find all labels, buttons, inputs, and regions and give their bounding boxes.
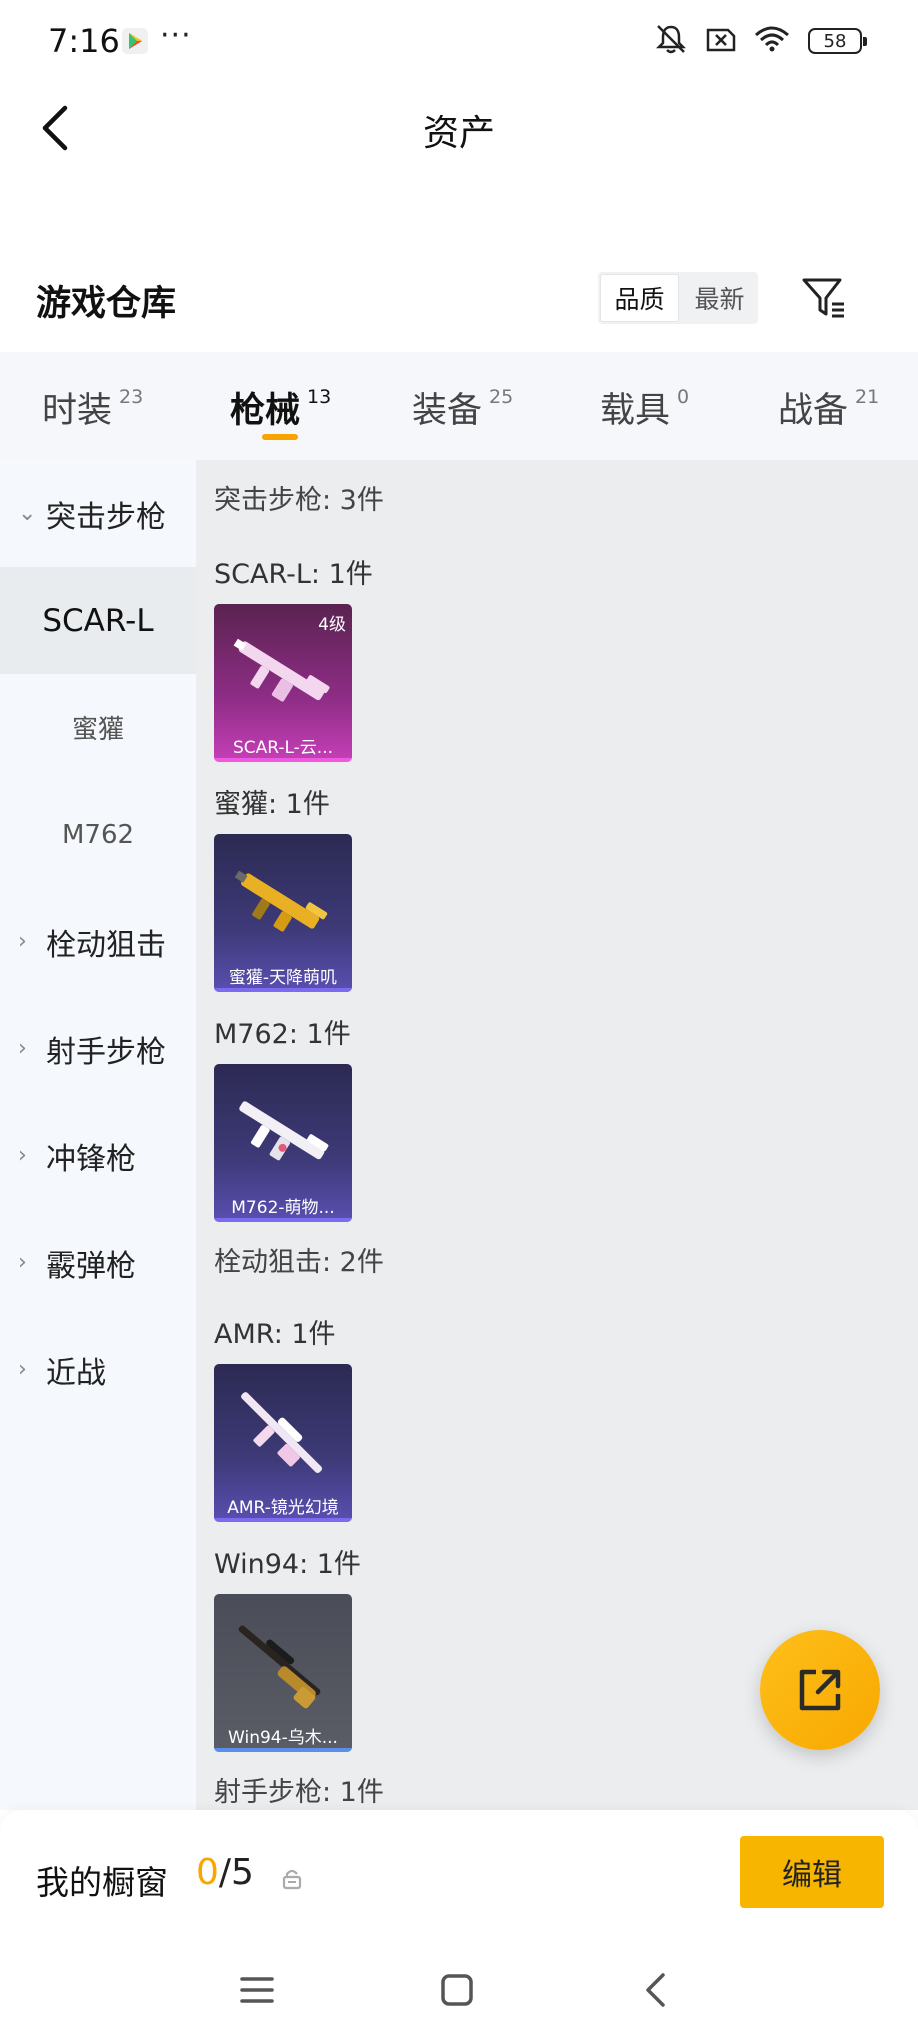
skin-name: M762-萌物...	[231, 1198, 335, 1218]
skin-card[interactable]: Win94-乌木...	[214, 1594, 352, 1752]
edit-button[interactable]: 编辑	[740, 1836, 884, 1908]
back-icon[interactable]	[625, 1960, 685, 2020]
sniper-icon	[241, 1392, 323, 1474]
play-store-icon	[122, 28, 148, 54]
sidebar-item-label: M762	[61, 819, 135, 850]
skin-name: SCAR-L-云...	[232, 738, 334, 758]
tab-count: 21	[855, 386, 880, 408]
skin-card[interactable]: 蜜獾-天降萌叽	[214, 834, 352, 992]
subsection-title: AMR: 1件	[214, 1319, 336, 1350]
no-sim-icon	[706, 26, 736, 56]
home-icon[interactable]	[427, 1960, 487, 2020]
sort-newest-option[interactable]: 最新	[681, 272, 758, 324]
tab-supplies[interactable]: 战备 21	[778, 382, 879, 433]
mute-icon	[654, 24, 688, 58]
rifle-icon	[238, 1625, 321, 1709]
menu-icon[interactable]	[227, 1960, 287, 2020]
sidebar-group-bolt-sniper[interactable]: › 栓动狙击	[0, 888, 196, 995]
tab-count: 0	[677, 386, 690, 408]
skin-card[interactable]: AMR-镜光幻境	[214, 1364, 352, 1522]
rarity-bar	[214, 1518, 352, 1522]
sidebar-item-scar-l[interactable]: SCAR-L	[0, 567, 196, 674]
rarity-bar	[214, 758, 352, 762]
item-list[interactable]: 突击步枪: 3件 SCAR-L: 1件 4级 SCAR-L-云... 蜜獾: 1…	[196, 460, 918, 1810]
skin-name: 蜜獾-天降萌叽	[228, 968, 338, 988]
tab-count: 25	[489, 386, 514, 408]
sidebar-group-label: 近战	[46, 1355, 106, 1391]
status-bar: 7:16 ··· 58	[0, 0, 918, 80]
tab-firearms[interactable]: 枪械 13	[230, 382, 331, 433]
tab-count: 13	[307, 386, 332, 408]
chevron-down-icon: ⌄	[18, 501, 37, 526]
chevron-right-icon: ›	[18, 1143, 27, 1168]
sort-toggle[interactable]: 品质 最新	[598, 272, 758, 324]
sidebar-group-marksman-rifle[interactable]: › 射手步枪	[0, 995, 196, 1102]
warehouse-title: 游戏仓库	[36, 284, 177, 324]
rifle-icon	[234, 870, 328, 932]
sidebar-group-label: 霰弹枪	[46, 1248, 136, 1284]
skin-card[interactable]: 4级 SCAR-L-云...	[214, 604, 352, 762]
tab-label: 枪械	[230, 391, 301, 431]
subsection-title: Win94: 1件	[214, 1549, 361, 1580]
share-external-icon	[799, 1669, 841, 1711]
rarity-bar	[214, 1748, 352, 1752]
weapon-category-sidebar: ⌄ 突击步枪 SCAR-L 蜜獾 M762 › 栓动狙击 › 射手步枪 › 冲锋…	[0, 460, 196, 1810]
active-tab-indicator	[262, 434, 298, 440]
sidebar-group-label: 突击步枪	[46, 499, 166, 535]
showcase-label: 我的橱窗	[36, 1863, 168, 1902]
tab-vehicles[interactable]: 载具 0	[600, 382, 689, 433]
subsection-title: M762: 1件	[214, 1019, 351, 1050]
wifi-icon	[754, 25, 790, 57]
tab-fashion[interactable]: 时装 23	[42, 382, 143, 433]
filter-button[interactable]	[798, 272, 850, 324]
subsection-title: SCAR-L: 1件	[214, 559, 373, 590]
chevron-right-icon: ›	[18, 929, 27, 954]
filter-icon	[802, 278, 844, 318]
status-time: 7:16	[48, 22, 120, 60]
tab-label: 时装	[42, 391, 113, 431]
showcase-max: 5	[231, 1852, 254, 1893]
rifle-icon	[239, 1101, 329, 1161]
section-title: 栓动狙击: 2件	[214, 1247, 384, 1278]
tab-label: 战备	[778, 391, 849, 431]
tab-equipment[interactable]: 装备 25	[412, 382, 513, 433]
sidebar-group-shotgun[interactable]: › 霰弹枪	[0, 1209, 196, 1316]
showcase-separator: /	[218, 1852, 232, 1893]
tab-count: 23	[119, 386, 144, 408]
sidebar-group-assault-rifle[interactable]: ⌄ 突击步枪	[0, 460, 196, 567]
tab-label: 载具	[600, 391, 671, 431]
skin-name: AMR-镜光幻境	[227, 1498, 339, 1518]
share-button[interactable]	[760, 1630, 880, 1750]
lock-icon	[282, 1868, 302, 1894]
rifle-icon	[233, 638, 330, 702]
section-title: 突击步枪: 3件	[214, 485, 384, 516]
sidebar-group-label: 栓动狙击	[46, 927, 166, 963]
chevron-right-icon: ›	[18, 1250, 27, 1275]
sidebar-item-m762[interactable]: M762	[0, 781, 196, 888]
rarity-bar	[214, 1218, 352, 1222]
showcase-current: 0	[196, 1852, 219, 1893]
sidebar-group-label: 冲锋枪	[46, 1141, 136, 1177]
page-title: 资产	[422, 113, 495, 154]
skin-name: Win94-乌木...	[228, 1728, 338, 1748]
sidebar-item-label: 蜜獾	[71, 715, 124, 745]
chevron-right-icon: ›	[18, 1357, 27, 1382]
sidebar-item-honey-badger[interactable]: 蜜獾	[0, 674, 196, 781]
category-tabs: 时装 23 枪械 13 装备 25 载具 0 战备 21	[0, 352, 918, 460]
battery-icon: 58	[808, 28, 867, 54]
system-navigation-bar	[0, 1940, 918, 2040]
notification-dots: ···	[160, 18, 192, 53]
rarity-bar	[214, 988, 352, 992]
tab-label: 装备	[412, 391, 483, 431]
sidebar-group-label: 射手步枪	[46, 1034, 166, 1070]
subsection-title: 蜜獾: 1件	[214, 789, 330, 820]
section-title: 射手步枪: 1件	[214, 1777, 384, 1808]
sidebar-group-melee[interactable]: › 近战	[0, 1316, 196, 1423]
sidebar-item-label: SCAR-L	[42, 602, 154, 639]
showcase-count: 0/5	[196, 1852, 254, 1893]
chevron-right-icon: ›	[18, 1036, 27, 1061]
sidebar-group-smg[interactable]: › 冲锋枪	[0, 1102, 196, 1209]
skin-card[interactable]: M762-萌物...	[214, 1064, 352, 1222]
sort-quality-option[interactable]: 品质	[600, 274, 679, 322]
